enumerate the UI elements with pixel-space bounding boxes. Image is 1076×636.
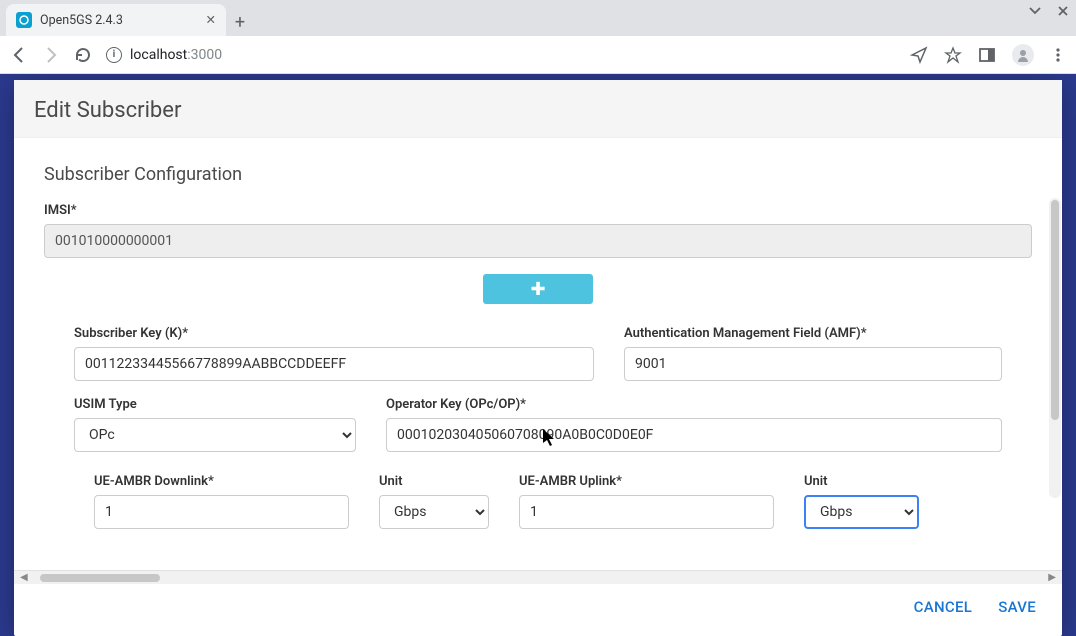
modal-title: Edit Subscriber <box>34 98 1042 123</box>
plus-icon: ✚ <box>530 279 545 300</box>
amf-field[interactable] <box>624 347 1002 381</box>
modal-header: Edit Subscriber <box>14 80 1062 138</box>
browser-tab[interactable]: Open5GS 2.4.3 ✕ <box>6 4 226 36</box>
cancel-button[interactable]: CANCEL <box>914 598 973 616</box>
subscriber-key-label: Subscriber Key (K)* <box>74 326 594 341</box>
forward-icon[interactable] <box>42 46 60 64</box>
operator-key-field[interactable] <box>386 418 1002 452</box>
horizontal-scrollbar[interactable]: ◀ ▶ <box>14 570 1062 584</box>
favicon-icon <box>16 12 32 28</box>
section-title: Subscriber Configuration <box>44 164 1032 185</box>
uplink-unit-select[interactable]: Gbps <box>804 495 919 529</box>
back-icon[interactable] <box>10 46 28 64</box>
downlink-unit-select[interactable]: Gbps <box>379 495 489 529</box>
new-tab-button[interactable]: + <box>226 8 254 36</box>
add-button[interactable]: ✚ <box>483 274 593 304</box>
url-port: :3000 <box>187 47 222 63</box>
modal-body: Subscriber Configuration IMSI* ✚ Subscri… <box>14 138 1062 570</box>
usim-type-select[interactable]: OPc <box>74 418 356 452</box>
panel-icon[interactable] <box>978 46 996 64</box>
url-host: localhost <box>130 47 187 63</box>
page-background: Edit Subscriber Subscriber Configuration… <box>0 74 1076 636</box>
subscriber-key-field[interactable] <box>74 347 594 381</box>
tab-title: Open5GS 2.4.3 <box>40 13 198 28</box>
tab-close-icon[interactable]: ✕ <box>206 12 216 28</box>
imsi-field <box>44 224 1032 258</box>
ambr-downlink-label: UE-AMBR Downlink* <box>94 474 349 489</box>
window-minimize-icon[interactable] <box>1028 4 1042 18</box>
uplink-unit-label: Unit <box>804 474 919 489</box>
window-close-icon[interactable] <box>1056 4 1070 18</box>
save-button[interactable]: SAVE <box>998 598 1036 616</box>
star-icon[interactable] <box>944 46 962 64</box>
ambr-uplink-field[interactable] <box>519 495 774 529</box>
downlink-unit-label: Unit <box>379 474 489 489</box>
vertical-scrollbar[interactable] <box>1049 198 1061 498</box>
ambr-downlink-field[interactable] <box>94 495 349 529</box>
reload-icon[interactable] <box>74 46 92 64</box>
profile-avatar-icon[interactable] <box>1012 44 1034 66</box>
browser-tabstrip: Open5GS 2.4.3 ✕ + <box>0 0 1076 36</box>
browser-toolbar: i localhost:3000 <box>0 36 1076 74</box>
kebab-menu-icon[interactable] <box>1050 47 1066 63</box>
edit-subscriber-modal: Edit Subscriber Subscriber Configuration… <box>14 80 1062 636</box>
amf-label: Authentication Management Field (AMF)* <box>624 326 1002 341</box>
ambr-uplink-label: UE-AMBR Uplink* <box>519 474 774 489</box>
url-bar[interactable]: i localhost:3000 <box>106 47 896 63</box>
send-icon[interactable] <box>910 46 928 64</box>
site-info-icon[interactable]: i <box>106 47 122 63</box>
imsi-label: IMSI* <box>44 203 1032 218</box>
operator-key-label: Operator Key (OPc/OP)* <box>386 397 1002 412</box>
modal-footer: CANCEL SAVE <box>14 584 1062 636</box>
usim-type-label: USIM Type <box>74 397 356 412</box>
